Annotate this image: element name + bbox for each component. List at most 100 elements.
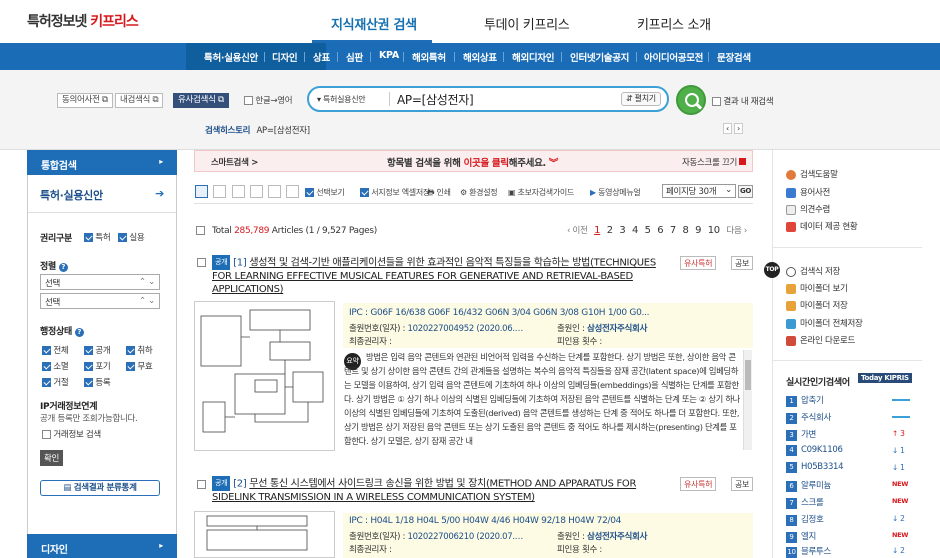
nav-kipris-about[interactable]: 키프리스 소개	[637, 14, 711, 33]
help-icon[interactable]: ?	[74, 328, 84, 337]
search-within-toggle[interactable]: 결과 내 재검색	[712, 95, 774, 107]
rank-item[interactable]: 7 스크롤	[786, 496, 824, 509]
menu-foreign-trademark[interactable]: 해외상표	[463, 50, 497, 64]
autoscroll-toggle[interactable]: 자동스크롤 끄기	[682, 156, 747, 168]
online-download-link[interactable]: 온라인 다운로드	[786, 334, 855, 346]
synonym-dict-button[interactable]: 동의어사전 ⧉	[57, 93, 113, 108]
rank-item[interactable]: 1 압축기	[786, 394, 824, 407]
ip-trade-checkbox[interactable]: 거래정보 검색	[42, 428, 101, 440]
result-checkbox[interactable]	[197, 480, 206, 490]
status-withdrawn[interactable]: 취하	[126, 344, 153, 356]
rights-utility[interactable]: 실용	[118, 231, 145, 243]
category-stats-button[interactable]: ▤ 검색결과 분류통계	[40, 480, 160, 496]
glossary-link[interactable]: 용어사전	[786, 186, 830, 198]
page-10[interactable]: 10	[708, 225, 720, 236]
page-4[interactable]: 4	[632, 225, 638, 236]
sidebar-integrated-search[interactable]: 통합검색 ▸	[27, 150, 177, 175]
view-detail-icon[interactable]	[213, 185, 226, 198]
video-manual[interactable]: ▶ 동영상메뉴얼	[590, 187, 641, 198]
smart-search-message[interactable]: 항목별 검색을 위해 이곳을 클릭해주세요. ︾	[387, 155, 558, 169]
gazette-button[interactable]: 공보	[731, 256, 754, 270]
nav-ip-search[interactable]: 지식재산권 검색	[331, 14, 417, 33]
excel-save[interactable]: 서지정보 엑셀저장	[360, 187, 430, 198]
data-status-link[interactable]: 데이터 제공 현황	[786, 220, 858, 232]
view-compact-icon[interactable]	[286, 185, 299, 198]
status-extinct[interactable]: 소멸	[42, 360, 69, 372]
menu-sentence-search[interactable]: 문장검색	[717, 50, 751, 64]
menu-design[interactable]: 디자인	[272, 50, 298, 64]
rights-patent[interactable]: 특허	[84, 231, 111, 243]
page-9[interactable]: 9	[695, 225, 701, 236]
rank-item[interactable]: 10 블루투스	[786, 545, 831, 558]
menu-trial[interactable]: 심판	[346, 50, 363, 64]
status-abandoned[interactable]: 포기	[84, 360, 111, 372]
per-page-select[interactable]: 페이지당 30개 ⌄	[662, 184, 736, 198]
view-grid-icon[interactable]	[232, 185, 245, 198]
view-folder-link[interactable]: 마이폴더 보기	[786, 282, 848, 294]
view-table-icon[interactable]	[250, 185, 263, 198]
menu-foreign-design[interactable]: 해외디자인	[512, 50, 555, 64]
menu-foreign-patent[interactable]: 해외특허	[412, 50, 446, 64]
category-dropdown[interactable]: ▾ 특허실용신안	[317, 94, 366, 105]
rank-item[interactable]: 8 김정호	[786, 513, 824, 526]
status-registered[interactable]: 등록	[84, 376, 111, 388]
sidebar-patent-utility[interactable]: 특허·실용신안 ➔	[28, 175, 176, 213]
my-query-button[interactable]: 내검색식 ⧉	[115, 93, 164, 108]
search-go-button[interactable]	[676, 85, 706, 115]
rank-item[interactable]: 9 엘지	[786, 530, 816, 543]
search-within-checkbox[interactable]	[712, 97, 721, 106]
today-kipris-badge[interactable]: Today KIPRIS	[858, 373, 912, 383]
go-button[interactable]: GO	[738, 185, 753, 198]
select-all-checkbox[interactable]	[196, 226, 205, 236]
beginner-guide[interactable]: ▣ 초보자검색가이드	[508, 187, 574, 198]
similar-patent-button[interactable]: 유사특허	[680, 477, 717, 491]
history-item[interactable]: AP=[삼성전자]	[257, 126, 311, 136]
history-prev-icon[interactable]: ‹	[723, 123, 732, 134]
save-all-folder-link[interactable]: 마이폴더 전체저장	[786, 317, 863, 329]
confirm-button[interactable]: 확인	[40, 450, 64, 466]
page-5[interactable]: 5	[645, 225, 651, 236]
page-8[interactable]: 8	[682, 225, 688, 236]
rank-item[interactable]: 6 알루미늄	[786, 479, 831, 492]
menu-patent[interactable]: 특허·실용신안	[204, 50, 258, 64]
site-logo[interactable]: 특허정보넷 키프리스	[27, 11, 139, 31]
rank-item[interactable]: 2 주식회사	[786, 411, 831, 424]
menu-trademark[interactable]: 상표	[313, 50, 330, 64]
scrollbar-thumb[interactable]	[745, 360, 751, 390]
search-input[interactable]: AP=[삼성전자]	[397, 91, 474, 108]
similar-patent-button[interactable]: 유사특허	[680, 256, 717, 270]
help-link[interactable]: 검색도움말	[786, 168, 838, 180]
top-button[interactable]: TOP	[764, 262, 780, 278]
result-title[interactable]: 공개 [1] 생성적 및 검색-기반 애플리케이션들을 위한 효과적인 음악적 …	[212, 255, 672, 296]
menu-tech-disclosure[interactable]: 인터넷기술공지	[570, 50, 629, 64]
rank-item[interactable]: 4 C09K1106	[786, 445, 843, 456]
page-3[interactable]: 3	[619, 225, 625, 236]
patent-drawing-thumbnail[interactable]	[194, 511, 335, 558]
settings-button[interactable]: ⚙ 환경설정	[460, 187, 498, 198]
nav-today-kipris[interactable]: 투데이 키프리스	[484, 14, 570, 33]
view-list-icon[interactable]	[195, 185, 208, 198]
prev-page[interactable]: ‹ 이전	[567, 226, 588, 236]
print-button[interactable]: 🖶 인쇄	[427, 187, 451, 201]
page-6[interactable]: 6	[657, 225, 663, 236]
help-icon[interactable]: ?	[58, 263, 68, 272]
feedback-link[interactable]: 의견수렴	[786, 203, 830, 215]
page-2[interactable]: 2	[607, 225, 613, 236]
kor-eng-toggle[interactable]: 한글→영어	[244, 94, 293, 106]
result-checkbox[interactable]	[197, 258, 206, 268]
sort-select-1[interactable]: 선택 ⌃ ⌄	[40, 274, 160, 290]
save-query-link[interactable]: 검색식 저장	[786, 265, 840, 277]
status-all[interactable]: 전체	[42, 344, 69, 356]
sidebar-design[interactable]: 디자인 ▸	[27, 534, 177, 558]
status-public[interactable]: 공개	[84, 344, 111, 356]
kor-eng-checkbox[interactable]	[244, 96, 253, 105]
smart-search-bar[interactable]: 스마트검색 > 항목별 검색을 위해 이곳을 클릭해주세요. ︾ 자동스크롤 끄…	[194, 150, 753, 172]
menu-idea-contest[interactable]: 아이디어공모전	[644, 50, 703, 64]
patent-drawing-thumbnail[interactable]	[194, 301, 335, 451]
select-view[interactable]: 선택보기	[305, 187, 345, 198]
page-7[interactable]: 7	[670, 225, 676, 236]
result-title[interactable]: 공개 [2] 무선 통신 시스템에서 사이드링크 송신을 위한 방법 및 장치(…	[212, 476, 652, 504]
abstract-scrollbar[interactable]	[743, 350, 752, 450]
history-next-icon[interactable]: ›	[734, 123, 743, 134]
status-rejected[interactable]: 거절	[42, 376, 69, 388]
